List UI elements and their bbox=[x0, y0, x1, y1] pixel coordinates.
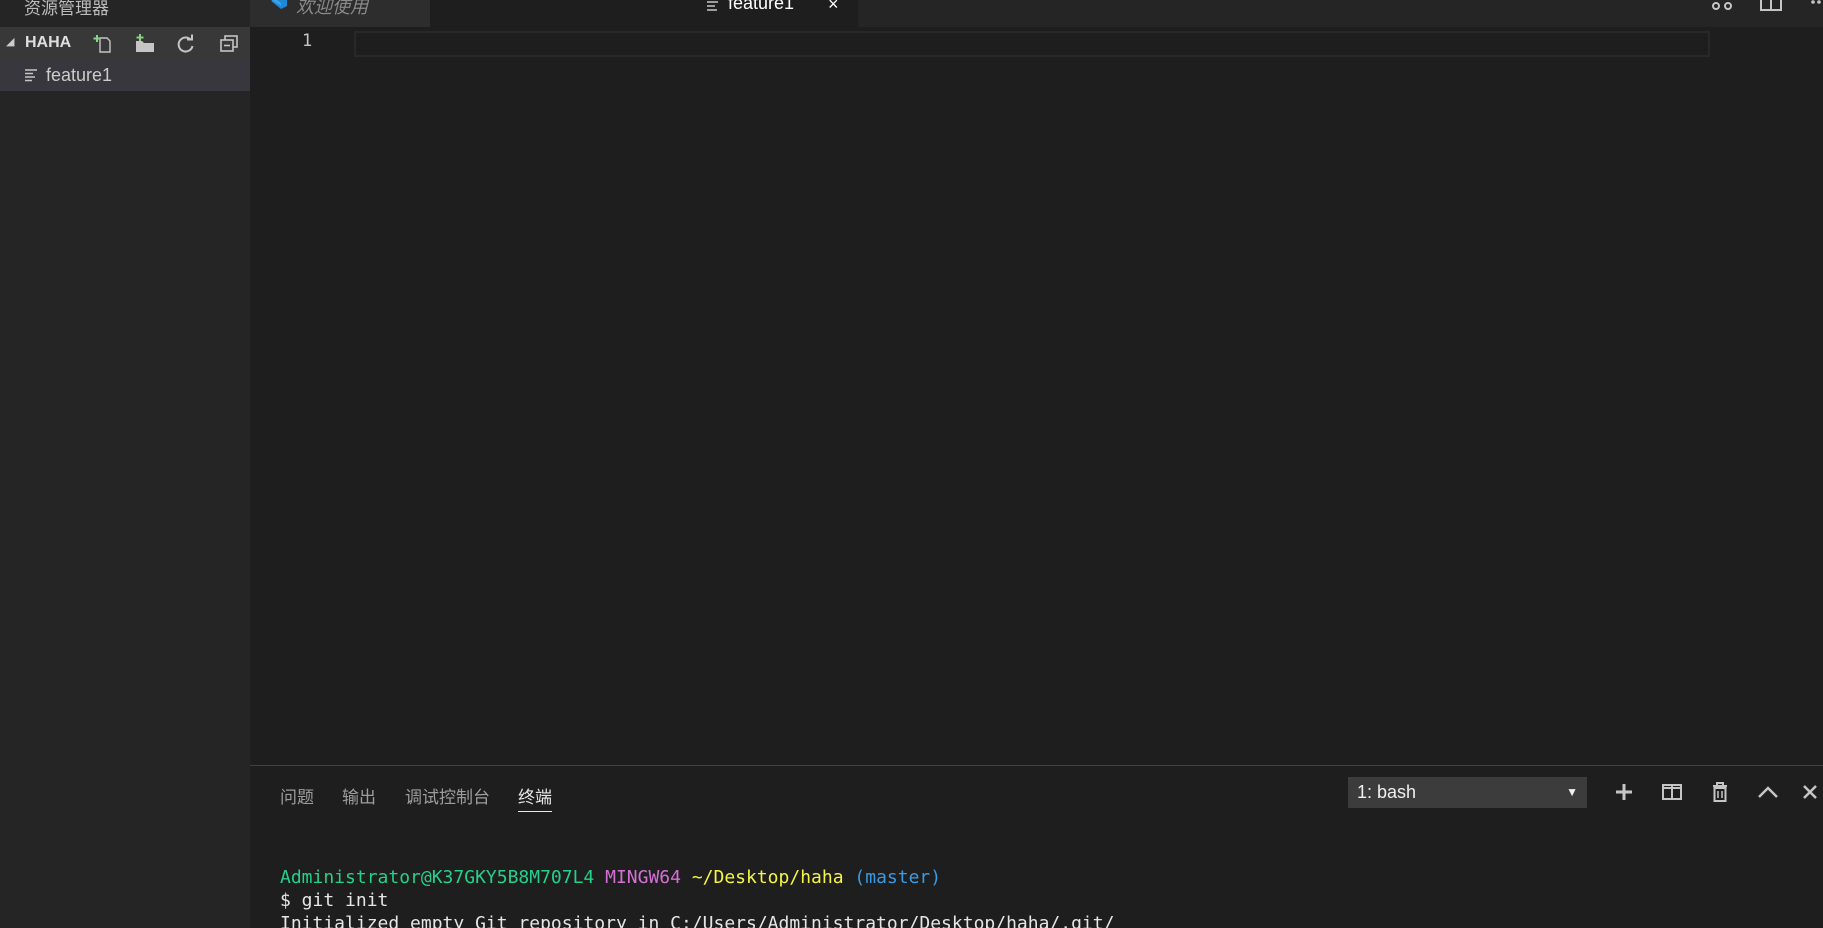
more-actions-icon[interactable] bbox=[1807, 0, 1823, 14]
terminal-branch: (master) bbox=[854, 867, 942, 888]
new-file-icon[interactable] bbox=[91, 32, 115, 56]
file-text-icon bbox=[24, 68, 38, 87]
vscode-logo-icon bbox=[266, 0, 288, 15]
close-tab-icon[interactable]: × bbox=[828, 0, 839, 15]
editor-area[interactable]: 1 bbox=[250, 27, 1823, 765]
terminal-user: Administrator@K37GKY5B8M707L4 bbox=[280, 867, 595, 888]
terminal-select-value: 1: bash bbox=[1357, 782, 1417, 802]
new-folder-icon[interactable] bbox=[133, 32, 157, 56]
maximize-panel-icon[interactable] bbox=[1754, 778, 1782, 806]
terminal-output-line: Initialized empty Git repository in C:/U… bbox=[280, 913, 1115, 928]
file-text-icon bbox=[707, 0, 719, 16]
split-editor-icon[interactable] bbox=[1759, 0, 1785, 14]
file-label: feature1 bbox=[46, 65, 113, 85]
add-icon[interactable] bbox=[1610, 778, 1638, 806]
active-tab-underline bbox=[518, 811, 552, 812]
close-panel-icon[interactable] bbox=[1800, 778, 1823, 806]
line-number: 1 bbox=[302, 31, 313, 51]
open-changes-icon[interactable] bbox=[1710, 0, 1736, 14]
collapse-all-icon[interactable] bbox=[217, 32, 241, 56]
current-line-highlight[interactable] bbox=[354, 31, 1710, 57]
tab-output[interactable]: 输出 bbox=[342, 783, 376, 808]
split-terminal-icon[interactable] bbox=[1658, 778, 1686, 806]
terminal-command: $ git init bbox=[280, 890, 389, 911]
terminal-select[interactable]: 1: bash ▼ bbox=[1348, 777, 1587, 808]
terminal-host: MINGW64 bbox=[605, 867, 681, 888]
file-item-feature1[interactable]: feature1 bbox=[0, 60, 250, 91]
trash-icon[interactable] bbox=[1706, 778, 1734, 806]
refresh-icon[interactable] bbox=[174, 32, 198, 56]
folder-name: HAHA bbox=[25, 34, 72, 51]
bottom-panel: 问题 输出 调试控制台 终端 1: bash ▼ Administrator@K… bbox=[250, 765, 1823, 928]
editor-tab-bar: 欢迎使用 feature1 × bbox=[250, 0, 1823, 27]
tab-terminal[interactable]: 终端 bbox=[518, 783, 552, 808]
tab-label: feature1 bbox=[728, 0, 795, 13]
explorer-sidebar: 资源管理器 ◢ HAHA feature1 bbox=[0, 0, 250, 928]
tab-feature1[interactable]: feature1 × bbox=[430, 0, 858, 27]
terminal-path: ~/Desktop/haha bbox=[691, 867, 844, 888]
terminal-prompt-line: Administrator@K37GKY5B8M707L4 MINGW64 ~/… bbox=[280, 866, 1114, 889]
expand-arrow-icon[interactable]: ◢ bbox=[6, 35, 14, 48]
explorer-title: 资源管理器 bbox=[24, 0, 109, 18]
tab-label: 欢迎使用 bbox=[296, 0, 368, 17]
chevron-down-icon: ▼ bbox=[1566, 785, 1578, 799]
tab-problems[interactable]: 问题 bbox=[280, 783, 314, 808]
tab-welcome[interactable]: 欢迎使用 bbox=[250, 0, 430, 27]
folder-header[interactable]: ◢ HAHA bbox=[0, 27, 250, 60]
tab-debug-console[interactable]: 调试控制台 bbox=[405, 783, 490, 808]
terminal-output[interactable]: Administrator@K37GKY5B8M707L4 MINGW64 ~/… bbox=[280, 866, 1114, 928]
